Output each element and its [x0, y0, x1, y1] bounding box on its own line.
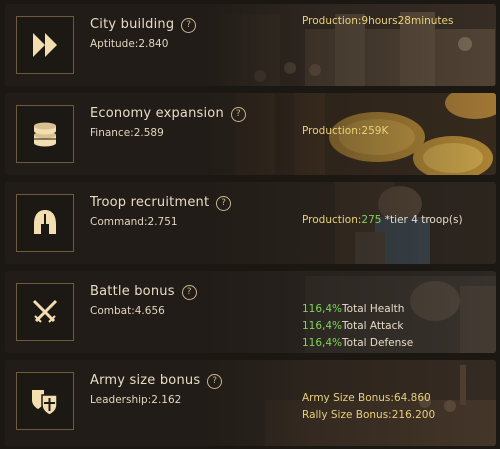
help-icon[interactable]: ?	[181, 285, 197, 300]
battle-bonus-icon-frame	[16, 283, 74, 341]
army-size-bonus-title: Army size bonus?	[90, 373, 223, 389]
help-icon[interactable]: ?	[207, 374, 223, 389]
coin-stack-icon	[34, 122, 56, 147]
army-size-bonus-value: Army Size Bonus:64.860	[302, 392, 431, 404]
help-icon[interactable]: ?	[181, 18, 197, 33]
help-icon[interactable]: ?	[230, 107, 246, 122]
troop-recruitment-card: Troop recruitment? Command:2.751 Product…	[5, 182, 496, 264]
troop-recruitment-title: Troop recruitment?	[90, 195, 232, 211]
rally-size-bonus-value: Rally Size Bonus:216.200	[302, 409, 436, 421]
army-size-bonus-card: Army size bonus? Leadership:2.162 Army S…	[5, 360, 496, 446]
help-icon[interactable]: ?	[216, 196, 232, 211]
army-size-bonus-icon-frame	[16, 372, 74, 430]
economy-production: Production:259K	[302, 125, 389, 137]
economy-expansion-card: Economy expansion? Finance:2.589 Product…	[5, 93, 496, 175]
crossed-swords-icon	[32, 299, 58, 323]
finance-stat: Finance:2.589	[90, 127, 164, 139]
total-health-bonus: 116,4%Total Health	[302, 303, 405, 315]
helmet-icon	[34, 210, 56, 234]
battle-bonus-card: Battle bonus? Combat:4.656 116,4%Total H…	[5, 271, 496, 353]
troop-production: Production:275 *tier 4 troop(s)	[302, 214, 463, 226]
troop-recruitment-icon-frame	[16, 194, 74, 252]
aptitude-stat: Aptitude:2.840	[90, 38, 169, 50]
shields-icon	[32, 390, 58, 416]
city-building-title: City building?	[90, 17, 197, 33]
total-defense-bonus: 116,4%Total Defense	[302, 337, 414, 349]
city-building-card: City building? Aptitude:2.840 Production…	[5, 4, 496, 86]
city-building-production: Production:9hours28minutes	[302, 15, 454, 27]
double-arrow-icon	[33, 33, 57, 57]
economy-expansion-icon-frame	[16, 105, 74, 163]
combat-stat: Combat:4.656	[90, 305, 165, 317]
economy-expansion-background	[205, 93, 496, 175]
city-building-icon-frame	[16, 16, 74, 74]
command-stat: Command:2.751	[90, 216, 178, 228]
leadership-stat: Leadership:2.162	[90, 394, 182, 406]
economy-expansion-title: Economy expansion?	[90, 106, 246, 122]
total-attack-bonus: 116,4%Total Attack	[302, 320, 404, 332]
battle-bonus-background	[205, 271, 496, 353]
battle-bonus-title: Battle bonus?	[90, 284, 197, 300]
